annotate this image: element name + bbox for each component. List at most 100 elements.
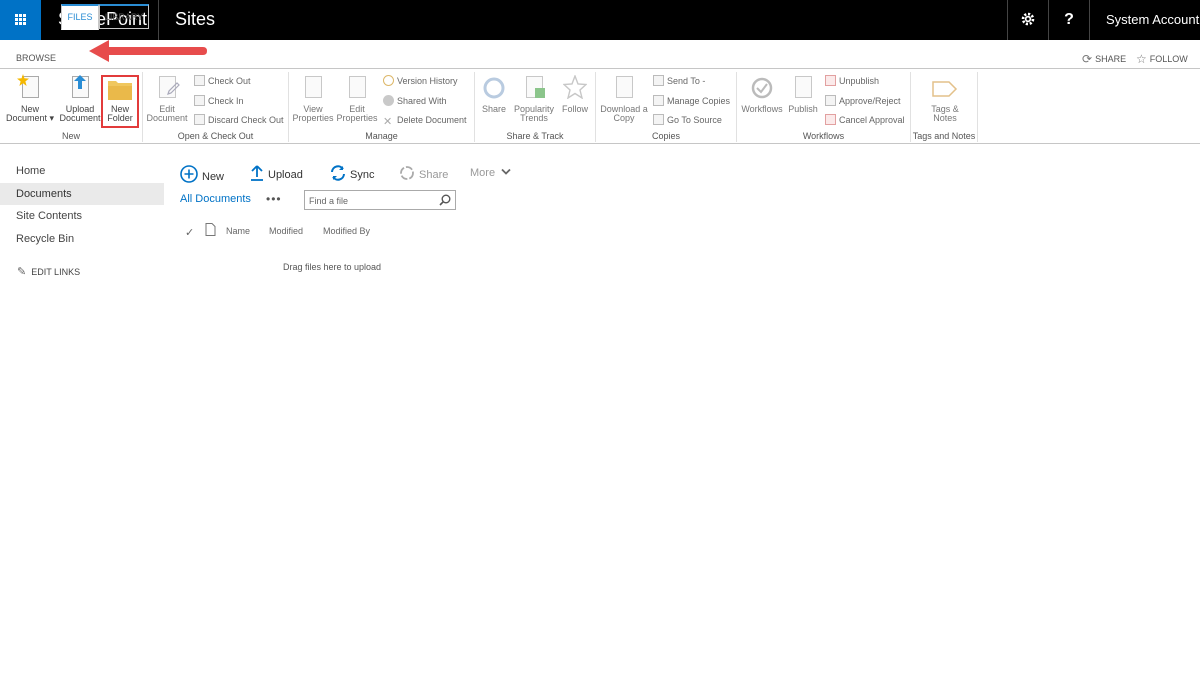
send-to-icon — [653, 75, 664, 86]
popularity-trends-label-2: Trends — [520, 113, 548, 123]
check-out-label: Check Out — [208, 76, 251, 86]
column-header-modified[interactable]: Modified — [269, 226, 303, 236]
clock-icon — [383, 75, 394, 86]
shared-with-button[interactable]: Shared With — [383, 94, 447, 108]
group-label-manage: Manage — [365, 131, 398, 141]
view-properties-button[interactable]: View Properties — [292, 74, 334, 123]
new-document-button[interactable]: New Document ▾ — [5, 74, 55, 123]
manage-copies-label: Manage Copies — [667, 96, 731, 106]
more-label: More — [470, 167, 496, 179]
column-header-name[interactable]: Name — [226, 226, 250, 236]
app-launcher-icon[interactable] — [0, 0, 41, 40]
share-label: SHARE — [1095, 54, 1127, 64]
cancel-approval-button[interactable]: Cancel Approval — [825, 113, 905, 127]
manage-copies-button[interactable]: Manage Copies — [653, 94, 730, 108]
delete-document-button[interactable]: ✕ Delete Document — [383, 113, 467, 128]
plus-circle-icon — [180, 165, 198, 183]
view-all-documents[interactable]: All Documents — [180, 193, 251, 205]
view-options-ellipsis[interactable]: ••• — [266, 192, 282, 206]
check-in-label: Check In — [208, 96, 244, 106]
settings-button[interactable] — [1008, 0, 1048, 40]
send-to-label: Send To - — [667, 76, 706, 86]
column-header-modified-by[interactable]: Modified By — [323, 226, 370, 236]
go-to-source-button[interactable]: Go To Source — [653, 113, 722, 127]
cancel-approval-label: Cancel Approval — [839, 115, 905, 125]
account-name[interactable]: System Account — [1106, 12, 1199, 27]
edit-properties-button[interactable]: Edit Properties — [336, 74, 378, 123]
unpublish-icon — [825, 75, 836, 86]
discard-check-out-button[interactable]: Discard Check Out — [194, 113, 284, 127]
tags-notes-label-2: Notes — [933, 113, 957, 123]
version-history-button[interactable]: Version History — [383, 74, 458, 88]
pencil-icon: ✎ — [17, 266, 27, 278]
upload-label: Upload — [268, 169, 303, 181]
nav-item-site-contents[interactable]: Site Contents — [0, 205, 164, 227]
discard-check-out-label: Discard Check Out — [208, 115, 284, 125]
suite-divider — [1089, 0, 1090, 40]
left-navigation: Home Documents Site Contents Recycle Bin — [0, 160, 164, 250]
upload-document-button[interactable]: Upload Document — [58, 74, 102, 123]
group-label-share-track: Share & Track — [506, 131, 564, 141]
publish-button[interactable]: Publish — [786, 74, 820, 114]
share-command-label: Share — [419, 169, 449, 181]
search-icon[interactable] — [439, 194, 451, 206]
popularity-trends-button[interactable]: Popularity Trends — [512, 74, 556, 123]
nav-item-home[interactable]: Home — [0, 160, 164, 182]
search-input[interactable] — [305, 192, 435, 210]
check-out-button[interactable]: Check Out — [194, 74, 251, 88]
new-document-label-2: Document — [5, 113, 47, 123]
tag-icon — [932, 74, 958, 102]
nav-item-documents[interactable]: Documents — [0, 182, 164, 205]
nav-item-recycle-bin[interactable]: Recycle Bin — [0, 228, 164, 250]
follow-page-button[interactable]: ☆ FOLLOW — [1136, 52, 1188, 66]
tab-library[interactable]: LIBRARY — [99, 4, 149, 29]
sync-label: Sync — [350, 169, 375, 181]
new-document-icon — [17, 74, 43, 102]
follow-document-label: Follow — [561, 104, 588, 114]
view-properties-label-2: Properties — [292, 113, 334, 123]
suite-divider — [158, 0, 159, 40]
approve-reject-label: Approve/Reject — [839, 96, 901, 106]
more-button[interactable]: More — [470, 165, 511, 181]
search-box — [304, 190, 456, 210]
tags-notes-button[interactable]: Tags & Notes — [925, 74, 965, 123]
unpublish-button[interactable]: Unpublish — [825, 74, 879, 88]
upload-document-icon — [67, 74, 93, 102]
follow-document-button[interactable]: Follow — [558, 74, 592, 114]
star-outline-icon — [562, 74, 588, 102]
workflows-button[interactable]: Workflows — [740, 74, 784, 114]
edit-links-button[interactable]: ✎ EDIT LINKS — [17, 265, 80, 278]
chevron-down-icon — [501, 168, 511, 175]
tab-browse[interactable]: BROWSE — [16, 53, 56, 63]
edit-properties-label-2: Properties — [336, 113, 378, 123]
upload-button[interactable]: Upload — [250, 165, 303, 181]
cancel-approval-icon — [825, 114, 836, 125]
version-history-label: Version History — [397, 76, 458, 86]
suite-bar: SharePoint Sites ? System Account — [0, 0, 1200, 40]
view-properties-icon — [300, 74, 326, 102]
trends-icon — [521, 74, 547, 102]
group-label-workflows: Workflows — [802, 131, 845, 141]
follow-label: FOLLOW — [1149, 54, 1188, 64]
share-document-icon — [481, 74, 507, 102]
share-command-button[interactable]: Share — [399, 165, 448, 181]
approve-reject-button[interactable]: Approve/Reject — [825, 94, 901, 108]
check-in-button[interactable]: Check In — [194, 94, 244, 108]
upload-document-label-2: Document — [59, 113, 101, 123]
download-copy-label-2: Copy — [613, 113, 635, 123]
edit-properties-icon — [344, 74, 370, 102]
select-all-checkmark[interactable]: ✓ — [185, 226, 194, 239]
tab-files[interactable]: FILES — [61, 4, 99, 30]
edit-document-button[interactable]: Edit Document — [146, 74, 188, 123]
share-page-button[interactable]: ⟳ SHARE — [1082, 52, 1126, 66]
group-label-copies: Copies — [651, 131, 680, 141]
sync-button[interactable]: Sync — [330, 165, 374, 181]
gear-icon — [1021, 12, 1035, 26]
download-copy-button[interactable]: Download a Copy — [598, 74, 650, 123]
new-button[interactable]: New — [180, 165, 224, 183]
sites-link[interactable]: Sites — [175, 9, 215, 30]
share-document-button[interactable]: Share — [478, 74, 510, 114]
edit-document-label-2: Document — [146, 113, 188, 123]
help-button[interactable]: ? — [1049, 0, 1089, 40]
send-to-button[interactable]: Send To - — [653, 74, 705, 88]
